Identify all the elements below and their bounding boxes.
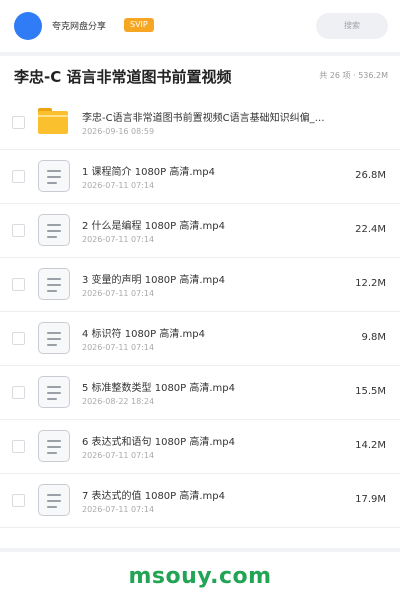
file-list: 李忠-C语言非常道图书前置视频C语言基础知识纠偏_… 2026-09-16 08… (0, 96, 400, 548)
title-bar: 李忠-C 语言非常道图书前置视频 共 26 项 · 536.2M (0, 56, 400, 96)
file-name: 5 标准整数类型 1080P 高清.mp4 (82, 383, 236, 394)
video-file-icon (38, 160, 70, 192)
video-file-icon (38, 214, 70, 246)
page-title: 李忠-C 语言非常道图书前置视频 (14, 68, 232, 86)
video-file-icon (38, 430, 70, 462)
file-name: 李忠-C语言非常道图书前置视频C语言基础知识纠偏_… (82, 113, 325, 124)
file-date: 2026-07-11 07:14 (82, 343, 155, 352)
search-placeholder: 搜索 (344, 21, 360, 30)
file-date: 2026-07-11 07:14 (82, 451, 155, 460)
file-size: 17.9M (355, 494, 386, 505)
select-checkbox[interactable] (12, 170, 25, 183)
top-header: 夸克网盘分享 SVIP 搜索 (0, 0, 400, 52)
user-name[interactable]: 夸克网盘分享 (52, 19, 106, 32)
list-item[interactable]: 4 标识符 1080P 高清.mp4 2026-07-11 07:14 9.8M (0, 312, 400, 366)
video-file-icon (38, 484, 70, 516)
file-size: 22.4M (355, 224, 386, 235)
select-checkbox[interactable] (12, 278, 25, 291)
select-checkbox[interactable] (12, 494, 25, 507)
folder-icon (38, 108, 68, 134)
file-date: 2026-07-11 07:14 (82, 505, 155, 514)
video-file-icon (38, 268, 70, 300)
file-size: 15.5M (355, 386, 386, 397)
file-date: 2026-08-22 18:24 (82, 397, 155, 406)
select-checkbox[interactable] (12, 116, 25, 129)
select-checkbox[interactable] (12, 440, 25, 453)
avatar[interactable] (14, 12, 42, 40)
file-date: 2026-07-11 07:14 (82, 289, 155, 298)
video-file-icon (38, 322, 70, 354)
file-summary: 共 26 项 · 536.2M (319, 71, 388, 80)
file-size: 26.8M (355, 170, 386, 181)
list-item[interactable]: 5 标准整数类型 1080P 高清.mp4 2026-08-22 18:24 1… (0, 366, 400, 420)
video-file-icon (38, 376, 70, 408)
file-name: 1 课程简介 1080P 高清.mp4 (82, 167, 216, 178)
list-item[interactable]: 1 课程简介 1080P 高清.mp4 2026-07-11 07:14 26.… (0, 150, 400, 204)
file-date: 2026-07-11 07:14 (82, 181, 155, 190)
site-watermark: msouy.com (128, 564, 272, 589)
search-input[interactable]: 搜索 (316, 13, 388, 39)
file-name: 3 变量的声明 1080P 高清.mp4 (82, 275, 226, 286)
select-checkbox[interactable] (12, 386, 25, 399)
list-item[interactable]: 6 表达式和语句 1080P 高清.mp4 2026-07-11 07:14 1… (0, 420, 400, 474)
file-name: 7 表达式的值 1080P 高清.mp4 (82, 491, 226, 502)
file-date: 2026-07-11 07:14 (82, 235, 155, 244)
select-checkbox[interactable] (12, 332, 25, 345)
list-item[interactable]: 李忠-C语言非常道图书前置视频C语言基础知识纠偏_… 2026-09-16 08… (0, 96, 400, 150)
file-date: 2026-09-16 08:59 (82, 127, 155, 136)
file-name: 4 标识符 1080P 高清.mp4 (82, 329, 206, 340)
svip-badge: SVIP (124, 18, 154, 32)
file-name: 6 表达式和语句 1080P 高清.mp4 (82, 437, 236, 448)
list-item[interactable]: 2 什么是编程 1080P 高清.mp4 2026-07-11 07:14 22… (0, 204, 400, 258)
file-name: 2 什么是编程 1080P 高清.mp4 (82, 221, 226, 232)
list-item[interactable]: 3 变量的声明 1080P 高清.mp4 2026-07-11 07:14 12… (0, 258, 400, 312)
file-size: 14.2M (355, 440, 386, 451)
footer: msouy.com (0, 552, 400, 600)
list-item[interactable]: 7 表达式的值 1080P 高清.mp4 2026-07-11 07:14 17… (0, 474, 400, 528)
select-checkbox[interactable] (12, 224, 25, 237)
file-size: 9.8M (361, 332, 386, 343)
file-size: 12.2M (355, 278, 386, 289)
